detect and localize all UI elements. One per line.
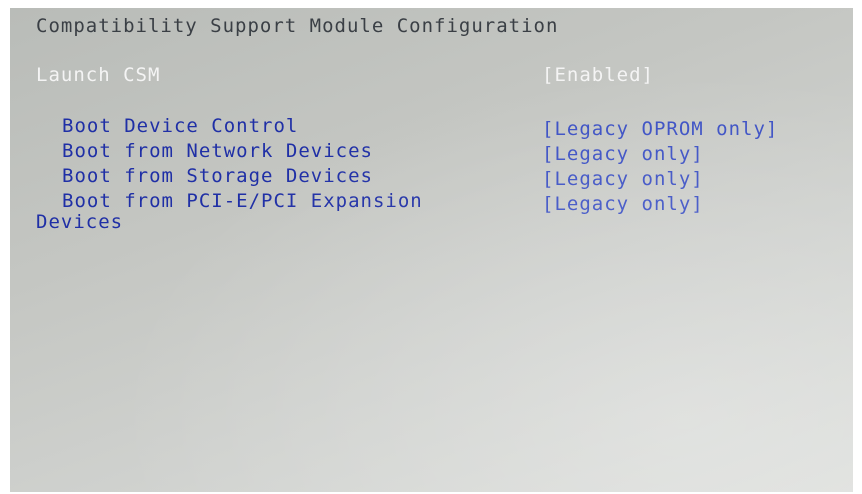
setting-label-boot-storage: Boot from Storage Devices bbox=[62, 165, 373, 187]
page-title: Compatibility Support Module Configurati… bbox=[36, 15, 559, 37]
setting-value-launch-csm[interactable]: [Enabled] bbox=[542, 64, 654, 86]
bios-screen: Compatibility Support Module Configurati… bbox=[10, 8, 853, 492]
setting-value-boot-storage[interactable]: [Legacy only] bbox=[542, 168, 704, 190]
setting-value-boot-device-control[interactable]: [Legacy OPROM only] bbox=[542, 118, 778, 140]
setting-label-boot-device-control: Boot Device Control bbox=[62, 115, 299, 137]
setting-label-launch-csm: Launch CSM bbox=[36, 64, 161, 86]
setting-value-boot-pcie[interactable]: [Legacy only] bbox=[542, 193, 704, 215]
setting-label-boot-pcie: Boot from PCI-E/PCI Expansion bbox=[62, 190, 423, 212]
setting-value-boot-network[interactable]: [Legacy only] bbox=[542, 143, 704, 165]
setting-label-boot-network: Boot from Network Devices bbox=[62, 140, 373, 162]
setting-label-boot-pcie-continued: Devices bbox=[36, 211, 124, 233]
